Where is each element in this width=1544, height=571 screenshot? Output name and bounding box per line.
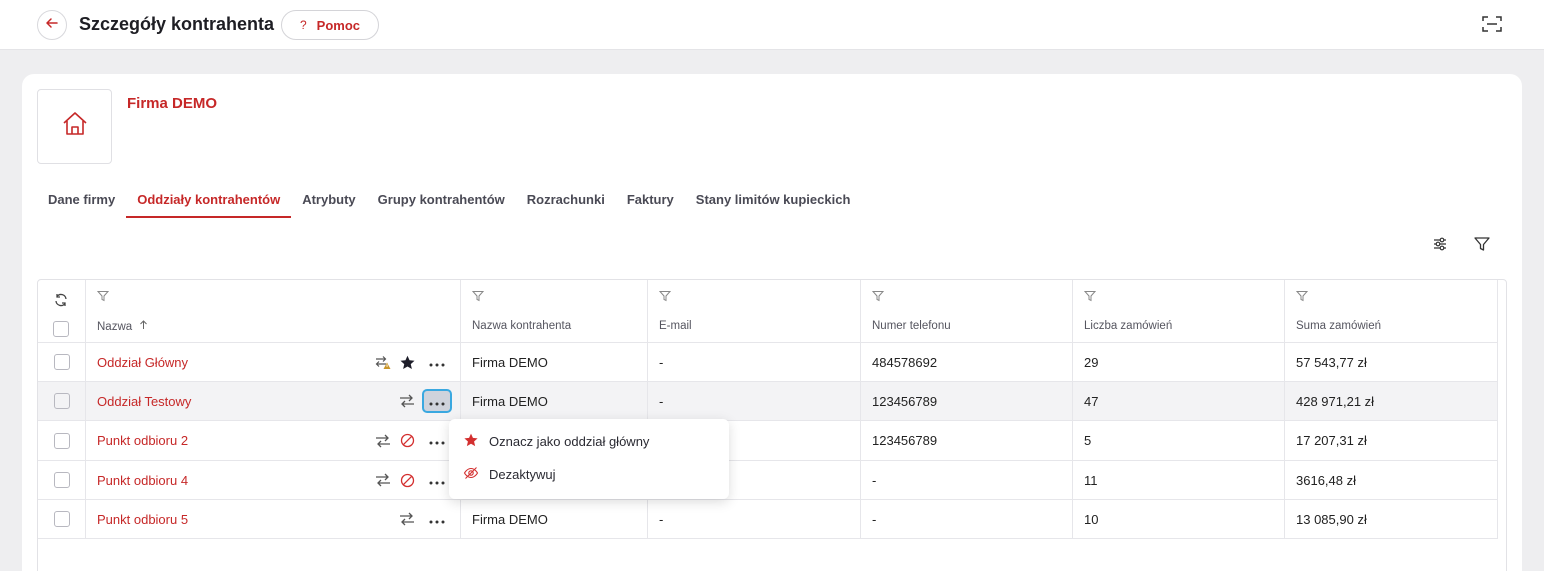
select-all-checkbox[interactable] bbox=[53, 321, 69, 337]
filter-button[interactable] bbox=[1470, 234, 1494, 258]
column-filter-icon[interactable] bbox=[1295, 290, 1309, 302]
transfer-icon bbox=[398, 392, 416, 410]
branch-name-link[interactable]: Punkt odbioru 4 bbox=[97, 473, 188, 488]
tab-bar: Dane firmy Oddziały kontrahentów Atrybut… bbox=[37, 182, 861, 218]
table-header: Nazwa Nazwa kontrahenta E-mail Numer tel… bbox=[38, 280, 1498, 343]
row-checkbox[interactable] bbox=[53, 354, 70, 370]
row-context-menu: Oznacz jako oddział główny Dezaktywuj bbox=[449, 419, 729, 499]
menu-item-label: Dezaktywuj bbox=[489, 466, 556, 482]
tab-company-data[interactable]: Dane firmy bbox=[37, 182, 126, 218]
arrow-left-icon bbox=[44, 15, 60, 36]
help-button[interactable]: ? Pomoc bbox=[281, 10, 379, 40]
inactive-icon bbox=[398, 432, 416, 450]
tab-attributes[interactable]: Atrybuty bbox=[291, 182, 366, 218]
more-icon bbox=[429, 433, 445, 448]
table-row[interactable]: Oddział Główny Firma DEMO - 484578692 29 bbox=[38, 343, 1498, 382]
column-header-orders[interactable]: Liczba zamówień bbox=[1084, 320, 1172, 332]
table-row[interactable]: Oddział Testowy Firma DEMO - 123456789 4… bbox=[38, 382, 1498, 421]
table-row[interactable]: Punkt odbioru 2 123456789 5 17 207,31 zł bbox=[38, 421, 1498, 461]
transfer-icon bbox=[398, 510, 416, 528]
tab-branches[interactable]: Oddziały kontrahentów bbox=[126, 182, 292, 218]
home-icon bbox=[61, 110, 89, 143]
column-filter-icon[interactable] bbox=[658, 290, 672, 302]
branch-name-link[interactable]: Oddział Główny bbox=[97, 355, 188, 370]
row-checkbox[interactable] bbox=[53, 472, 70, 488]
row-checkbox[interactable] bbox=[53, 393, 70, 409]
fullscreen-button[interactable] bbox=[1480, 14, 1504, 38]
tab-invoices[interactable]: Faktury bbox=[616, 182, 685, 218]
company-logo bbox=[37, 89, 112, 164]
row-actions-button[interactable] bbox=[422, 468, 452, 492]
inactive-icon bbox=[398, 471, 416, 489]
column-header-total[interactable]: Suma zamówień bbox=[1296, 320, 1381, 332]
transfer-icon bbox=[374, 432, 392, 450]
column-filter-icon[interactable] bbox=[871, 290, 885, 302]
sort-ascending-icon bbox=[139, 320, 148, 333]
table-row[interactable]: Punkt odbioru 4 - 11 3616,48 zł bbox=[38, 461, 1498, 500]
row-checkbox[interactable] bbox=[53, 432, 70, 449]
star-icon bbox=[398, 353, 416, 371]
transfer-icon bbox=[374, 471, 392, 489]
table-row[interactable]: Punkt odbioru 5 Firma DEMO - - 10 13 085… bbox=[38, 500, 1498, 539]
row-checkbox[interactable] bbox=[53, 511, 70, 527]
question-icon: ? bbox=[299, 18, 307, 32]
page-title: Szczegóły kontrahenta bbox=[79, 14, 275, 34]
more-icon bbox=[429, 473, 445, 488]
row-actions-button[interactable] bbox=[422, 389, 452, 413]
branch-name-link[interactable]: Punkt odbioru 2 bbox=[97, 433, 188, 448]
column-filter-icon[interactable] bbox=[96, 290, 110, 302]
branch-name-link[interactable]: Punkt odbioru 5 bbox=[97, 512, 188, 527]
filter-icon bbox=[1473, 235, 1491, 258]
column-settings-button[interactable] bbox=[1428, 234, 1452, 258]
column-filter-icon[interactable] bbox=[471, 290, 485, 302]
details-card: Firma DEMO Dane firmy Oddziały kontrahen… bbox=[22, 74, 1522, 571]
row-actions-button[interactable] bbox=[422, 507, 452, 531]
more-icon bbox=[429, 512, 445, 527]
company-name: Firma DEMO bbox=[127, 95, 218, 112]
tab-groups[interactable]: Grupy kontrahentów bbox=[367, 182, 516, 218]
column-header-email[interactable]: E-mail bbox=[659, 320, 692, 332]
tab-settlements[interactable]: Rozrachunki bbox=[516, 182, 616, 218]
sync-warning-icon bbox=[374, 353, 392, 371]
fullscreen-icon bbox=[1481, 15, 1503, 38]
row-actions-button[interactable] bbox=[422, 350, 452, 374]
more-icon bbox=[429, 355, 445, 370]
more-icon bbox=[429, 394, 445, 409]
top-bar: Szczegóły kontrahenta ? Pomoc bbox=[0, 0, 1544, 50]
refresh-icon[interactable] bbox=[54, 293, 68, 310]
back-button[interactable] bbox=[37, 10, 67, 40]
star-icon bbox=[463, 432, 479, 451]
column-header-phone[interactable]: Numer telefonu bbox=[872, 320, 951, 332]
branches-table: Nazwa Nazwa kontrahenta E-mail Numer tel… bbox=[37, 279, 1507, 571]
column-header-company[interactable]: Nazwa kontrahenta bbox=[472, 320, 571, 332]
sliders-icon bbox=[1432, 236, 1448, 257]
menu-item-set-main[interactable]: Oznacz jako oddział główny bbox=[463, 431, 649, 451]
row-actions-button[interactable] bbox=[422, 429, 452, 453]
column-header-name[interactable]: Nazwa bbox=[97, 320, 148, 333]
menu-item-label: Oznacz jako oddział główny bbox=[489, 433, 650, 449]
menu-item-deactivate[interactable]: Dezaktywuj bbox=[463, 464, 555, 484]
column-filter-icon[interactable] bbox=[1083, 290, 1097, 302]
help-button-label: Pomoc bbox=[316, 17, 361, 33]
branch-name-link[interactable]: Oddział Testowy bbox=[97, 394, 191, 409]
tab-credit-limits[interactable]: Stany limitów kupieckich bbox=[685, 182, 862, 218]
eye-off-icon bbox=[463, 465, 479, 484]
